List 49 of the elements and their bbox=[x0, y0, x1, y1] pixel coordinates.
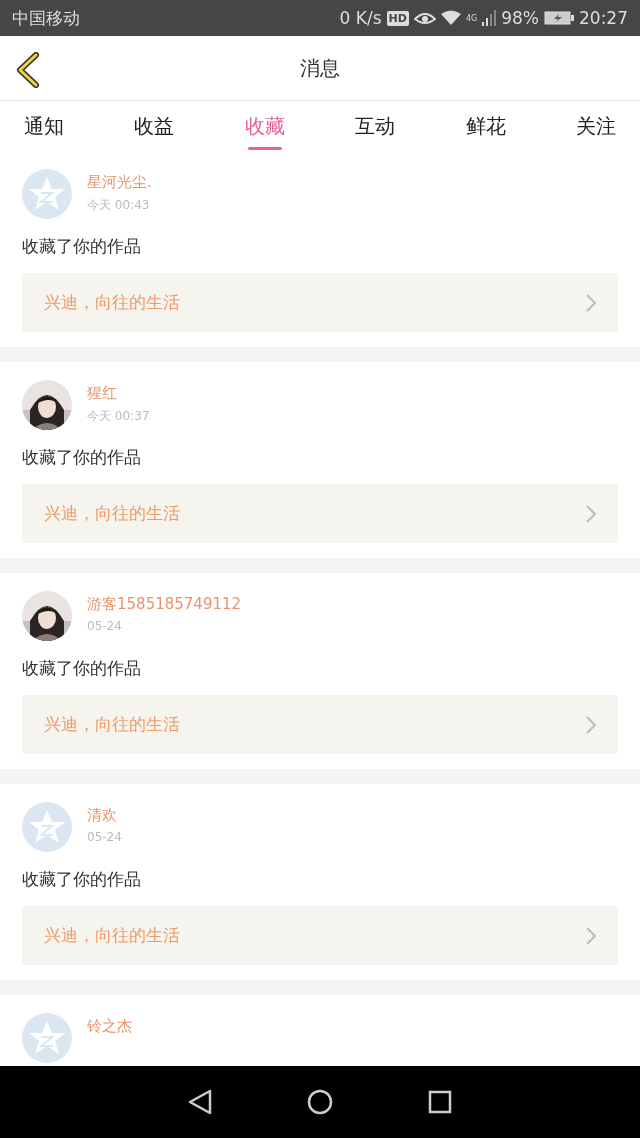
recents-square-icon[interactable] bbox=[428, 1090, 453, 1114]
message-time: 05-24 bbox=[87, 619, 123, 633]
user-name[interactable]: 游客1585185749112 bbox=[87, 595, 242, 614]
clock: 20:27 bbox=[579, 8, 628, 28]
work-link[interactable]: 兴迪，向往的生活 bbox=[22, 273, 618, 332]
star-avatar-icon[interactable] bbox=[22, 169, 72, 219]
chevron-icon bbox=[586, 293, 596, 312]
message-text: 收藏了你的作品 bbox=[22, 446, 142, 469]
back-triangle-icon[interactable] bbox=[187, 1089, 212, 1115]
star-avatar-icon[interactable] bbox=[22, 1013, 72, 1063]
wifi-icon bbox=[440, 10, 461, 26]
message-time: 今天 00:43 bbox=[87, 197, 151, 214]
network-speed: 0 K/s bbox=[339, 8, 382, 28]
eye-icon bbox=[413, 10, 436, 26]
page-title: 消息 bbox=[300, 54, 340, 82]
tab[interactable]: 收藏 bbox=[232, 101, 297, 151]
user-name[interactable]: 星河光尘. bbox=[87, 173, 152, 192]
work-link[interactable]: 兴迪，向往的生活 bbox=[22, 906, 618, 965]
work-title: 兴迪，向往的生活 bbox=[44, 713, 181, 736]
user-name[interactable]: 铃之杰 bbox=[87, 1017, 132, 1036]
work-title: 兴迪，向往的生活 bbox=[44, 924, 181, 947]
network-type: 4G bbox=[465, 14, 478, 23]
back-icon[interactable] bbox=[14, 52, 42, 88]
battery-icon bbox=[544, 11, 574, 25]
battery-percent: 98% bbox=[501, 8, 539, 28]
message-text: 收藏了你的作品 bbox=[22, 657, 142, 680]
work-title: 兴迪，向往的生活 bbox=[44, 291, 181, 314]
tab[interactable]: 收益 bbox=[122, 101, 187, 151]
message-time: 05-24 bbox=[87, 830, 122, 844]
user-name[interactable]: 猩红 bbox=[87, 384, 150, 403]
tab[interactable]: 通知 bbox=[12, 101, 76, 151]
work-link[interactable]: 兴迪，向往的生活 bbox=[22, 484, 618, 543]
signal-icon bbox=[482, 10, 497, 26]
user-name[interactable]: 清欢 bbox=[87, 806, 122, 825]
message-time: 今天 00:37 bbox=[87, 408, 150, 425]
message-text: 收藏了你的作品 bbox=[22, 868, 142, 891]
hd-badge: HD bbox=[386, 10, 409, 26]
chevron-icon bbox=[586, 504, 596, 523]
message-text: 收藏了你的作品 bbox=[22, 235, 142, 258]
tab[interactable]: 关注 bbox=[563, 101, 628, 151]
chevron-icon bbox=[586, 926, 596, 945]
tab[interactable]: 互动 bbox=[343, 101, 408, 151]
carrier-name: 中国移动 bbox=[12, 6, 80, 30]
star-avatar-icon[interactable] bbox=[22, 802, 72, 852]
work-title: 兴迪，向往的生活 bbox=[44, 502, 181, 525]
work-link[interactable]: 兴迪，向往的生活 bbox=[22, 695, 618, 754]
chevron-icon bbox=[586, 715, 596, 734]
tab[interactable]: 鲜花 bbox=[453, 101, 518, 151]
home-circle-icon[interactable] bbox=[307, 1089, 333, 1115]
